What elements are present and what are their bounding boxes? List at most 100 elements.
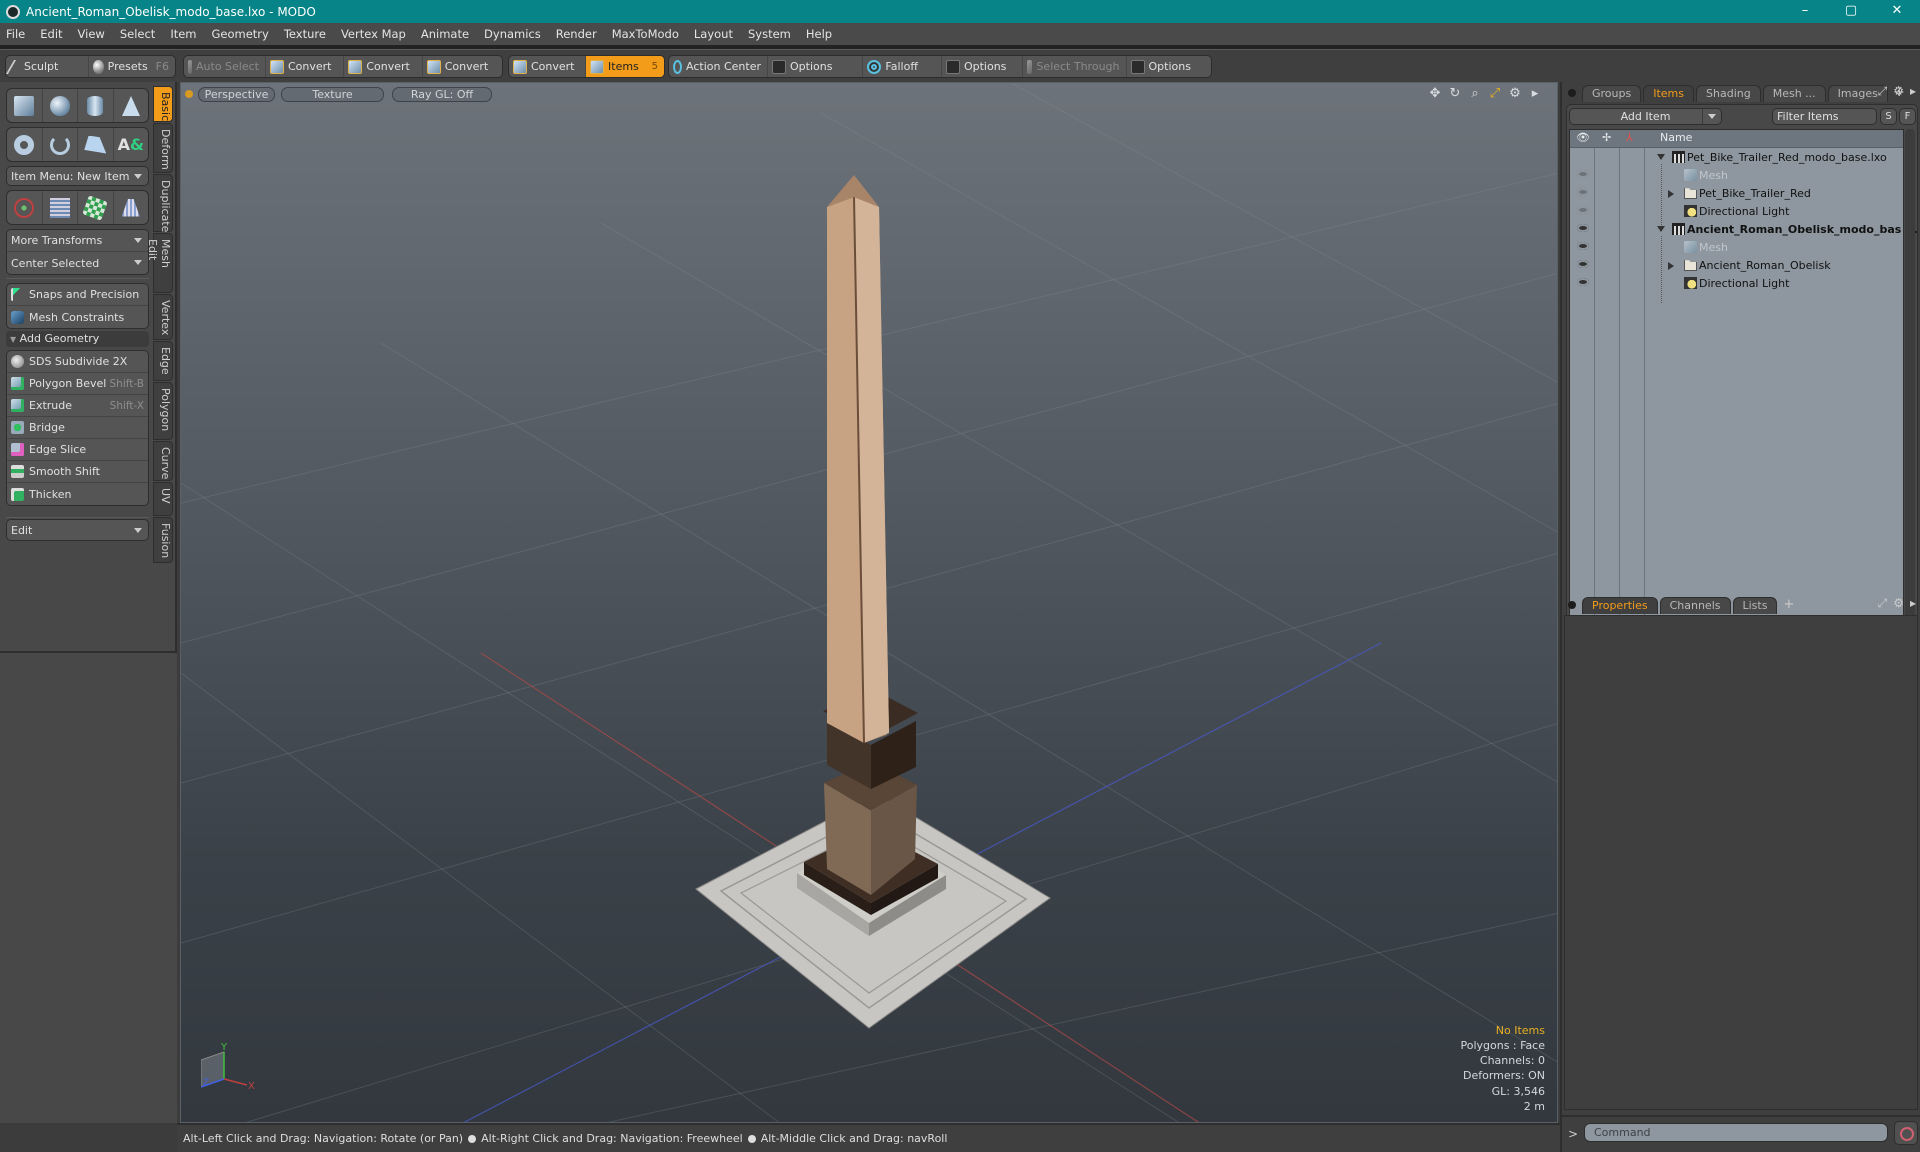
visibility-column-icon[interactable]: 👁 [1576, 131, 1590, 144]
pan-icon[interactable]: ✥ [1427, 86, 1443, 102]
items-mode-button[interactable]: Items 5 [586, 56, 664, 77]
panel-arrow-icon[interactable]: ▸ [1910, 84, 1916, 99]
item-menu-dropdown[interactable]: Item Menu: New Item [6, 166, 149, 186]
shading-mode-button[interactable]: Texture [281, 86, 384, 102]
filter-s-button[interactable]: S [1880, 108, 1897, 125]
tab-uv[interactable]: UV [153, 482, 173, 516]
thicken-button[interactable]: Thicken [7, 483, 148, 505]
tree-row[interactable]: Ancient_Roman_Obelisk_modo_bas ... [1570, 221, 1918, 239]
action-center-options-button[interactable]: Options [768, 56, 864, 77]
tree-row[interactable]: Ancient_Roman_Obelisk [1570, 257, 1903, 275]
axis-column-icon[interactable]: ⅄ [1626, 131, 1633, 144]
cylinder-button[interactable] [78, 89, 114, 122]
menu-select[interactable]: Select [120, 27, 155, 41]
viewport-indicator-icon[interactable] [185, 90, 193, 98]
tab-properties[interactable]: Properties [1582, 597, 1658, 614]
panel-menu-icon[interactable] [1568, 89, 1576, 97]
cube-button[interactable] [7, 89, 43, 122]
transform-button[interactable] [7, 191, 43, 224]
convert-polygons-button[interactable]: Convert [423, 56, 502, 77]
sphere-button[interactable] [43, 89, 78, 122]
tab-shading[interactable]: Shading [1696, 85, 1761, 102]
obelisk-model[interactable] [695, 175, 1051, 1029]
tree-row[interactable]: Pet_Bike_Trailer_Red [1570, 185, 1903, 203]
view-type-button[interactable]: Perspective [198, 86, 275, 102]
pen-tool-button[interactable] [78, 128, 114, 161]
torus-button[interactable] [7, 128, 43, 161]
tab-polygon[interactable]: Polygon [153, 382, 173, 440]
tree-row[interactable]: Directional Light [1570, 275, 1903, 293]
sculpt-button[interactable]: Sculpt [6, 56, 89, 77]
tab-fusion[interactable]: Fusion [153, 517, 173, 563]
maximize-button[interactable]: ▢ [1828, 0, 1874, 23]
extrude-button[interactable]: Extrude Shift-X [7, 395, 148, 417]
tab-deform[interactable]: Deform [153, 123, 173, 173]
falloff-button[interactable]: Falloff [863, 56, 942, 77]
tab-channels[interactable]: Channels [1659, 597, 1731, 614]
mesh-constraints-button[interactable]: Mesh Constraints [7, 306, 148, 328]
smooth-shift-button[interactable]: Smooth Shift [7, 461, 148, 483]
checker-uv-button[interactable] [78, 191, 114, 224]
menu-help[interactable]: Help [806, 27, 832, 41]
select-through-options-button[interactable]: Options [1127, 56, 1212, 77]
menu-maxtomodo[interactable]: MaxToModo [612, 27, 679, 41]
snaps-precision-button[interactable]: Snaps and Precision [7, 284, 148, 306]
presets-button[interactable]: Presets F6 [89, 56, 175, 77]
panel-arrow-icon[interactable]: ▸ [1910, 596, 1916, 611]
expand-panel-icon[interactable]: ⤢ [1878, 596, 1888, 611]
expand-arrow-icon[interactable] [1668, 262, 1674, 270]
vertical-scrollbar[interactable] [1905, 129, 1915, 669]
rotate-icon[interactable]: ↻ [1447, 86, 1463, 102]
raygl-button[interactable]: Ray GL: Off [392, 86, 492, 102]
menu-render[interactable]: Render [556, 27, 597, 41]
collapse-arrow-icon[interactable] [1657, 226, 1665, 232]
menu-dynamics[interactable]: Dynamics [484, 27, 541, 41]
add-item-dropdown[interactable]: Add Item [1569, 108, 1722, 125]
cone-button[interactable] [114, 89, 149, 122]
taper-button[interactable] [114, 191, 149, 224]
more-transforms-dropdown[interactable]: More Transforms [7, 230, 148, 252]
tree-row[interactable]: Directional Light [1570, 203, 1903, 221]
gear-icon[interactable]: ⚙ [1893, 596, 1904, 611]
spiral-button[interactable] [43, 128, 78, 161]
filter-items-input[interactable]: Filter Items [1772, 108, 1877, 125]
tree-row[interactable]: Mesh [1570, 239, 1903, 257]
zoom-icon[interactable]: ⌕ [1467, 86, 1483, 102]
falloff-options-button[interactable]: Options [942, 56, 1023, 77]
tree-row[interactable]: Pet_Bike_Trailer_Red_modo_base.lxo [1570, 149, 1903, 167]
lock-column-icon[interactable]: ✢ [1602, 131, 1611, 144]
record-macro-button[interactable] [1894, 1121, 1918, 1145]
convert-items-button[interactable]: Convert [509, 56, 587, 77]
tab-groups[interactable]: Groups [1582, 85, 1642, 102]
3d-viewport[interactable]: Perspective Texture Ray GL: Off ✥ ↻ ⌕ ⤢ … [180, 82, 1558, 1123]
sds-subdivide-button[interactable]: SDS Subdivide 2X [7, 351, 148, 373]
eye-icon[interactable] [1577, 260, 1589, 268]
collapse-arrow-icon[interactable] [1657, 154, 1665, 160]
maximize-viewport-icon[interactable]: ⤢ [1487, 86, 1503, 102]
panel-menu-icon[interactable] [1568, 601, 1576, 609]
expand-panel-icon[interactable]: ⤢ [1878, 84, 1888, 99]
command-input[interactable]: Command [1584, 1123, 1888, 1142]
tab-items[interactable]: Items [1643, 85, 1695, 102]
edit-dropdown[interactable]: Edit [6, 519, 149, 541]
eye-icon[interactable] [1577, 170, 1589, 178]
bridge-button[interactable]: Bridge [7, 417, 148, 439]
convert-vertices-button[interactable]: Convert [266, 56, 345, 77]
tab-vertex[interactable]: Vertex [153, 294, 173, 340]
name-column-header[interactable]: Name [1660, 131, 1692, 144]
polygon-bevel-button[interactable]: Polygon Bevel Shift-B [7, 373, 148, 395]
action-center-button[interactable]: Action Center [669, 56, 768, 77]
center-selected-dropdown[interactable]: Center Selected [7, 252, 148, 274]
tab-edge[interactable]: Edge [153, 341, 173, 381]
tab-mesh-edit[interactable]: Mesh Edit [146, 233, 173, 293]
menu-animate[interactable]: Animate [421, 27, 469, 41]
grid-deform-button[interactable] [43, 191, 78, 224]
text-tool-button[interactable]: A& [114, 128, 149, 161]
menu-texture[interactable]: Texture [284, 27, 326, 41]
tab-basic[interactable]: Basic [153, 86, 173, 122]
auto-select-button[interactable]: Auto Select [184, 56, 266, 77]
menu-view[interactable]: View [78, 27, 105, 41]
eye-icon[interactable] [1577, 242, 1589, 250]
eye-icon[interactable] [1577, 224, 1589, 232]
edge-slice-button[interactable]: Edge Slice [7, 439, 148, 461]
